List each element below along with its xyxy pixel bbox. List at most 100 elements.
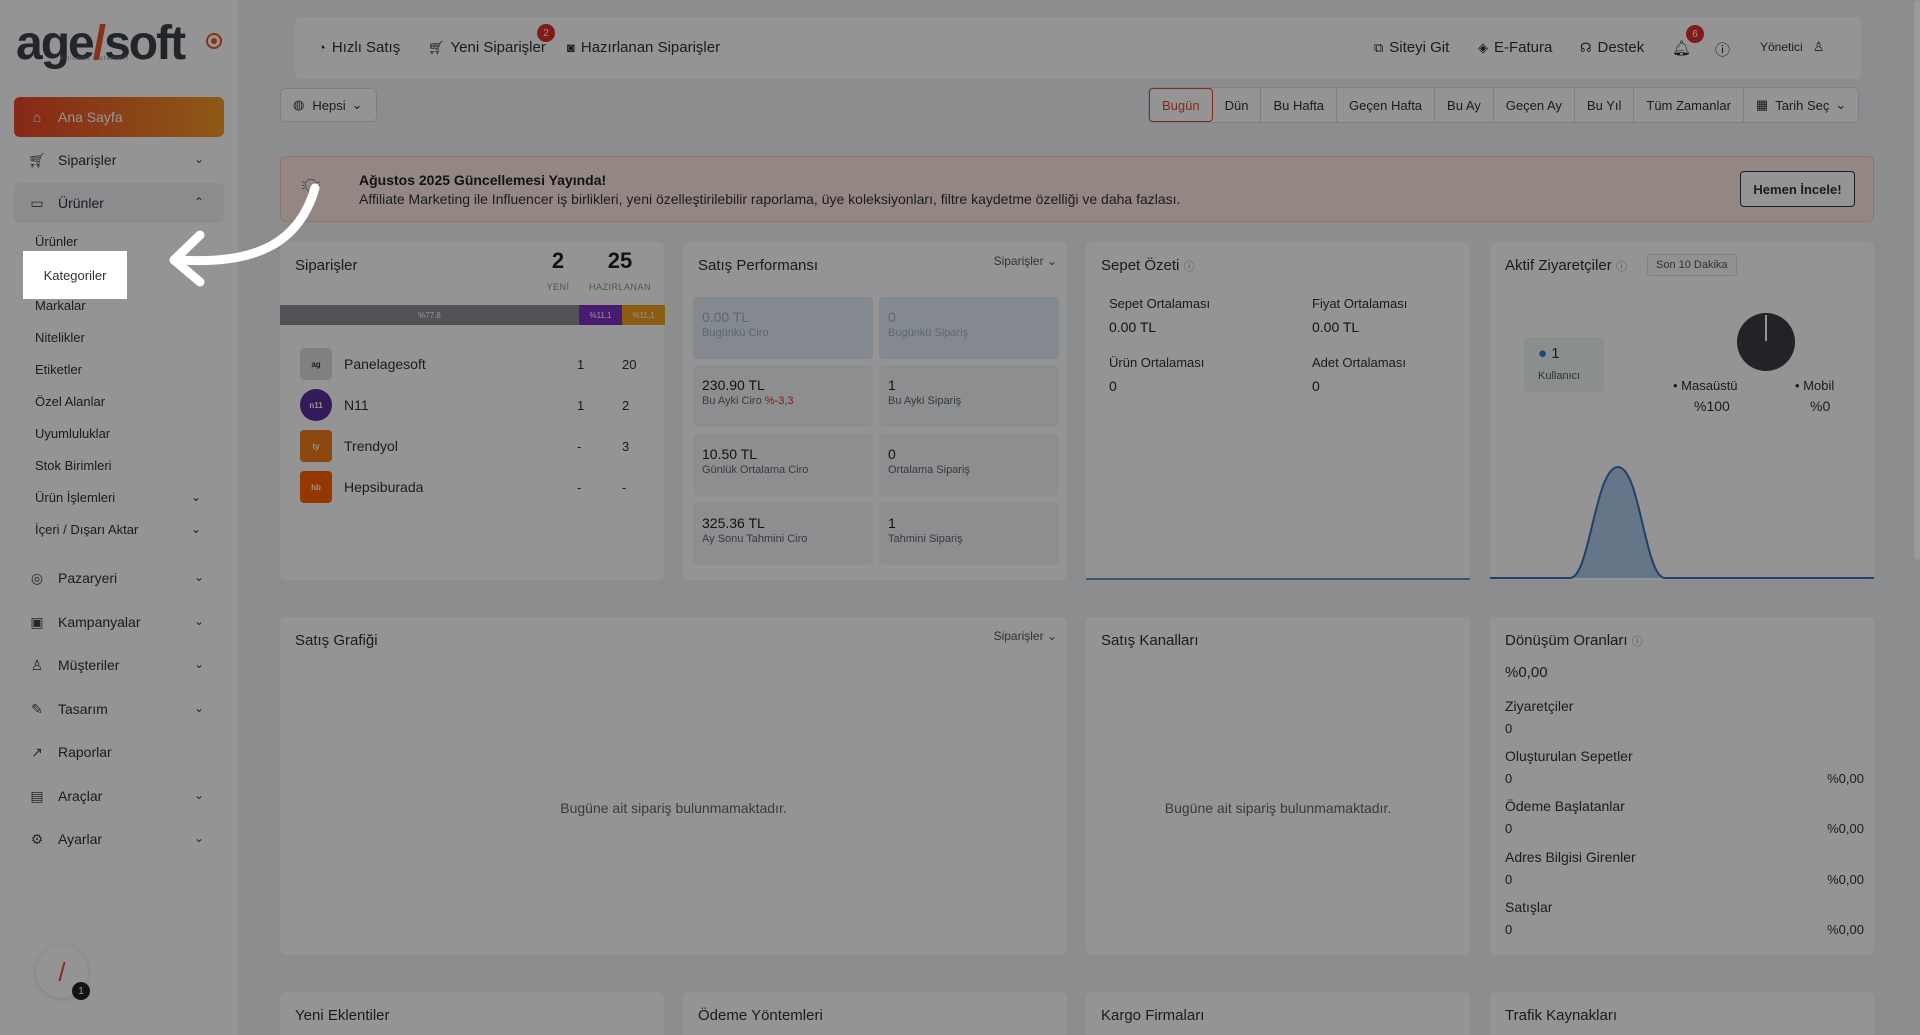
sub-item-attributes[interactable]: Nitelikler xyxy=(35,330,85,345)
n11-logo: n11 xyxy=(300,389,332,421)
announcement-title: Ağustos 2025 Güncellemesi Yayında! xyxy=(359,172,607,188)
sub-item-tags[interactable]: Etiketler xyxy=(35,362,82,377)
prepared-orders-link[interactable]: ◙ Hazırlanan Siparişler xyxy=(567,39,720,56)
sales-chart-card: Satış Grafiği Siparişler ⌄ Bugüne ait si… xyxy=(280,617,1067,955)
user-icon: ♙ xyxy=(1812,39,1825,54)
empty-message: Bugüne ait sipariş bulunmamaktadır. xyxy=(560,800,787,816)
sub-item-brands[interactable]: Markalar xyxy=(35,298,86,313)
perf-cell-forecast-revenue: 325.36 TL Ay Sonu Tahmini Ciro xyxy=(693,503,873,565)
list-item[interactable]: n11 N11 1 2 xyxy=(300,385,650,425)
sidebar-item-campaigns[interactable]: ▣ Kampanyalar ⌄ xyxy=(14,602,224,642)
new-plugins-card: Yeni Eklentiler xyxy=(280,992,664,1035)
clipboard-icon: ▤ xyxy=(30,787,44,804)
basket-value: 0 xyxy=(1109,378,1117,394)
sidebar-item-marketplaces[interactable]: ◎ Pazaryeri ⌄ xyxy=(14,558,224,598)
sidebar-item-home[interactable]: ⌂ Ana Sayfa xyxy=(14,97,224,137)
perf-cell-month-revenue: 230.90 TL Bu Ayki Ciro %-3,3 xyxy=(693,365,873,427)
user-menu[interactable]: Yönetici ♙ xyxy=(1760,39,1830,55)
sub-item-stock-units[interactable]: Stok Birimleri xyxy=(35,458,112,473)
date-last-week[interactable]: Geçen Hafta xyxy=(1337,88,1436,122)
sidebar-item-reports[interactable]: ↗ Raporlar xyxy=(14,732,224,772)
orders-share-bar: %77,8 %11,1 %11,1 xyxy=(280,305,665,325)
conv-value: 0 xyxy=(1505,922,1513,937)
chevron-down-icon: ⌄ xyxy=(1046,254,1057,268)
card-title: Satış Grafiği xyxy=(295,632,378,649)
sub-item-product-operations[interactable]: Ürün İşlemleri ⌄ xyxy=(35,490,225,505)
calendar-icon: ▦ xyxy=(1755,97,1769,112)
chart-icon: ↗ xyxy=(31,743,43,760)
list-item[interactable]: ty Trendyol - 3 xyxy=(300,426,650,466)
efatura-link[interactable]: ◈ E-Fatura xyxy=(1478,39,1552,56)
chevron-down-icon: ⌄ xyxy=(1835,97,1847,112)
perf-cell-month-orders: 1 Bu Ayki Sipariş xyxy=(879,365,1059,427)
help-icon[interactable]: ⓘ xyxy=(1616,261,1627,273)
cart-icon: 🛒︎ xyxy=(28,151,46,168)
orders-card: Siparişler 2 YENİ 25 HAZIRLANAN %77,8 %1… xyxy=(280,242,665,580)
date-this-week[interactable]: Bu Hafta xyxy=(1261,88,1338,122)
card-title: Aktif Ziyaretçiler ⓘ xyxy=(1505,257,1627,274)
trend-down-badge: %-3,3 xyxy=(764,395,794,407)
sales-chart-dropdown[interactable]: Siparişler ⌄ xyxy=(994,629,1057,643)
date-all-time[interactable]: Tüm Zamanlar xyxy=(1634,88,1744,122)
quick-sale-link[interactable]: ◔ Hızlı Satış xyxy=(318,39,400,56)
scrollbar[interactable] xyxy=(1914,0,1920,560)
conv-pct: %0,00 xyxy=(1827,922,1864,937)
basket-summary-card: Sepet Özeti ⓘ Sepet Ortalaması 0.00 TL F… xyxy=(1086,242,1470,580)
conv-label: Adres Bilgisi Girenler xyxy=(1505,849,1636,865)
sub-item-categories[interactable]: Kategoriler xyxy=(23,251,127,299)
dot-icon: ● xyxy=(1538,345,1548,362)
date-last-month[interactable]: Geçen Ay xyxy=(1494,88,1575,122)
cart-icon: 🛒︎ xyxy=(428,39,445,55)
sub-item-import-export[interactable]: İçeri / Dışarı Aktar ⌄ xyxy=(35,522,225,537)
perf-cell-daily-avg: 10.50 TL Günlük Ortalama Ciro xyxy=(693,434,873,496)
sidebar-item-tools[interactable]: ▤ Araçlar ⌄ xyxy=(14,776,224,816)
help-icon[interactable]: ⓘ xyxy=(1632,636,1643,648)
mobile-pct: %0 xyxy=(1810,398,1831,414)
date-pick[interactable]: ▦ Tarih Seç ⌄ xyxy=(1744,88,1858,122)
sidebar-item-design[interactable]: ✎ Tasarım ⌄ xyxy=(14,689,224,729)
bell-icon[interactable]: 🔔︎ xyxy=(1672,39,1691,57)
basket-label: Adet Ortalaması xyxy=(1312,355,1406,370)
sub-item-products[interactable]: Ürünler xyxy=(35,234,78,249)
external-icon: ⧉ xyxy=(1374,39,1384,55)
perf-dropdown[interactable]: Siparişler ⌄ xyxy=(994,254,1057,268)
sales-performance-card: Satış Performansı Siparişler ⌄ 0.00 TL Bu… xyxy=(683,242,1067,580)
chevron-down-icon: ⌄ xyxy=(193,570,204,584)
info-icon[interactable]: ⓘ xyxy=(1715,39,1730,60)
new-orders-link[interactable]: 🛒︎ Yeni Siparişler xyxy=(428,39,546,56)
logo[interactable]: age/soft xyxy=(16,16,186,71)
support-link[interactable]: ☊ Destek xyxy=(1580,39,1644,56)
conv-pct: %0,00 xyxy=(1827,821,1864,836)
channel-select[interactable]: ◍ Hepsi ⌄ xyxy=(280,88,377,122)
date-yesterday[interactable]: Dün xyxy=(1213,88,1262,122)
chevron-down-icon: ⌄ xyxy=(193,788,204,802)
empty-message: Bugüne ait sipariş bulunmamaktadır. xyxy=(1164,800,1392,816)
basket-label: Sepet Ortalaması xyxy=(1109,296,1211,311)
card-title: Sepet Özeti ⓘ xyxy=(1101,257,1195,274)
sidebar-item-customers[interactable]: ♙ Müşteriler ⌄ xyxy=(14,645,224,685)
conv-pct: %0,00 xyxy=(1827,771,1864,786)
date-this-year[interactable]: Bu Yıl xyxy=(1575,88,1635,122)
visitors-area xyxy=(1490,465,1874,579)
help-badge: 1 xyxy=(72,982,90,1000)
sub-item-compatibility[interactable]: Uyumluluklar xyxy=(35,426,110,441)
sub-item-custom-fields[interactable]: Özel Alanlar xyxy=(35,394,105,409)
list-item[interactable]: ag Panelagesoft 1 20 xyxy=(300,344,650,384)
help-icon[interactable]: ⓘ xyxy=(1184,261,1195,273)
globe-icon: ◍ xyxy=(293,97,305,112)
conv-label: Ziyaretçiler xyxy=(1505,698,1574,714)
invoice-icon: ◈ xyxy=(1478,39,1488,55)
target-icon[interactable] xyxy=(206,33,222,49)
go-site-link[interactable]: ⧉ Siteyi Git xyxy=(1374,39,1449,56)
announcement-button[interactable]: Hemen İncele! xyxy=(1740,171,1855,207)
basket-baseline xyxy=(1086,578,1470,580)
chevron-down-icon: ⌄ xyxy=(193,701,204,715)
panelagesoft-logo: ag xyxy=(300,348,332,380)
date-today[interactable]: Bugün xyxy=(1149,88,1213,122)
list-item[interactable]: hb Hepsiburada - - xyxy=(300,467,650,507)
new-orders-count: 2 xyxy=(551,248,565,273)
card-title: Kargo Firmaları xyxy=(1101,1007,1205,1024)
date-this-month[interactable]: Bu Ay xyxy=(1435,88,1494,122)
conversion-total: %0,00 xyxy=(1505,664,1548,681)
sidebar-item-settings[interactable]: ⚙ Ayarlar ⌄ xyxy=(14,819,224,859)
